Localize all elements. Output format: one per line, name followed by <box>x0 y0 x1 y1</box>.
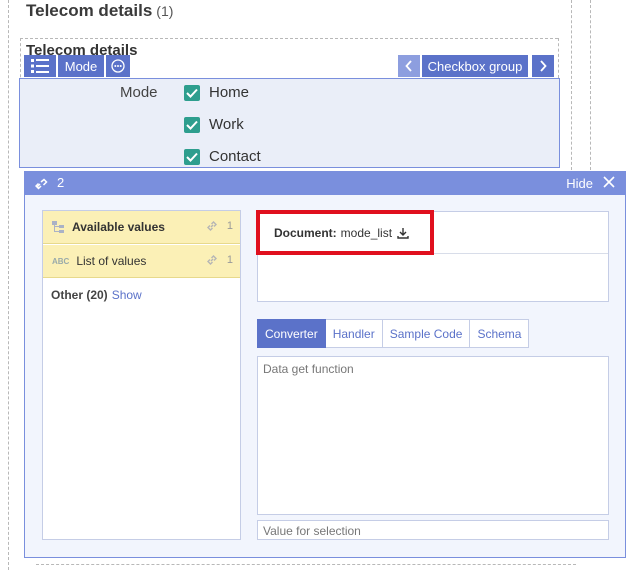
tab-handler[interactable]: Handler <box>325 319 383 348</box>
link-icon <box>207 255 217 265</box>
checkbox-checked-icon[interactable] <box>184 84 200 101</box>
frame-line <box>20 38 558 39</box>
more-icon <box>111 59 125 73</box>
checkbox-label: Home <box>209 84 250 101</box>
frame-line <box>36 564 576 565</box>
section-title: Telecom details (1) <box>26 1 174 20</box>
chevron-left-icon <box>405 60 412 72</box>
link-count: 1 <box>226 254 233 266</box>
data-get-function-editor[interactable]: Data get function <box>257 356 609 515</box>
close-icon[interactable] <box>603 176 615 188</box>
list-item-available-values[interactable]: Available values 1 <box>43 211 240 244</box>
tab-schema[interactable]: Schema <box>470 319 530 348</box>
abc-icon: ABC <box>52 256 70 266</box>
hide-button[interactable]: Hide <box>566 176 593 191</box>
chevron-right-icon <box>540 60 547 72</box>
available-values-list: Available values 1 ABC List of values 1 … <box>42 210 241 540</box>
value-for-selection-input[interactable]: Value for selection <box>257 520 609 540</box>
next-widget-button[interactable] <box>532 55 554 77</box>
code-tabs: Converter Handler Sample Code Schema <box>257 319 530 348</box>
editor-placeholder: Data get function <box>263 362 354 376</box>
widget-type-button[interactable]: Checkbox group <box>422 55 528 77</box>
checkbox-contact[interactable]: Contact <box>184 148 261 165</box>
tab-sample-code[interactable]: Sample Code <box>382 319 471 348</box>
other-values: Other (20) Show <box>51 288 142 302</box>
checkbox-home[interactable]: Home <box>184 84 249 101</box>
frame-line <box>590 0 591 175</box>
link-count: 1 <box>226 220 233 232</box>
frame-line <box>8 0 9 570</box>
more-button[interactable] <box>106 55 130 77</box>
highlight-box <box>256 210 434 255</box>
checkbox-checked-icon[interactable] <box>184 148 200 165</box>
list-item-label: Available values <box>72 220 165 234</box>
mode-button[interactable]: Mode <box>58 55 104 77</box>
checkbox-work[interactable]: Work <box>184 116 244 133</box>
tab-converter[interactable]: Converter <box>257 319 326 348</box>
list-button[interactable] <box>24 55 56 77</box>
link-icon <box>35 178 48 190</box>
link-icon <box>207 221 217 231</box>
list-item-label: List of values <box>76 254 147 268</box>
frame-line <box>558 38 559 78</box>
tree-icon <box>52 221 64 233</box>
link-count: 2 <box>57 175 65 190</box>
checkbox-checked-icon[interactable] <box>184 116 200 133</box>
prev-widget-button[interactable] <box>398 55 420 77</box>
checkbox-label: Work <box>209 116 244 133</box>
section-count: (1) <box>156 3 174 19</box>
frame-line <box>571 0 572 175</box>
mode-checkbox-group: Mode Home Work Contact <box>19 78 560 168</box>
mode-label: Mode <box>120 84 158 101</box>
checkbox-label: Contact <box>209 148 261 165</box>
other-label: Other (20) <box>51 288 108 302</box>
show-link[interactable]: Show <box>112 288 142 302</box>
list-item-list-of-values[interactable]: ABC List of values 1 <box>43 245 240 278</box>
panel-header: 2 Hide <box>25 172 625 195</box>
list-icon <box>31 59 49 73</box>
